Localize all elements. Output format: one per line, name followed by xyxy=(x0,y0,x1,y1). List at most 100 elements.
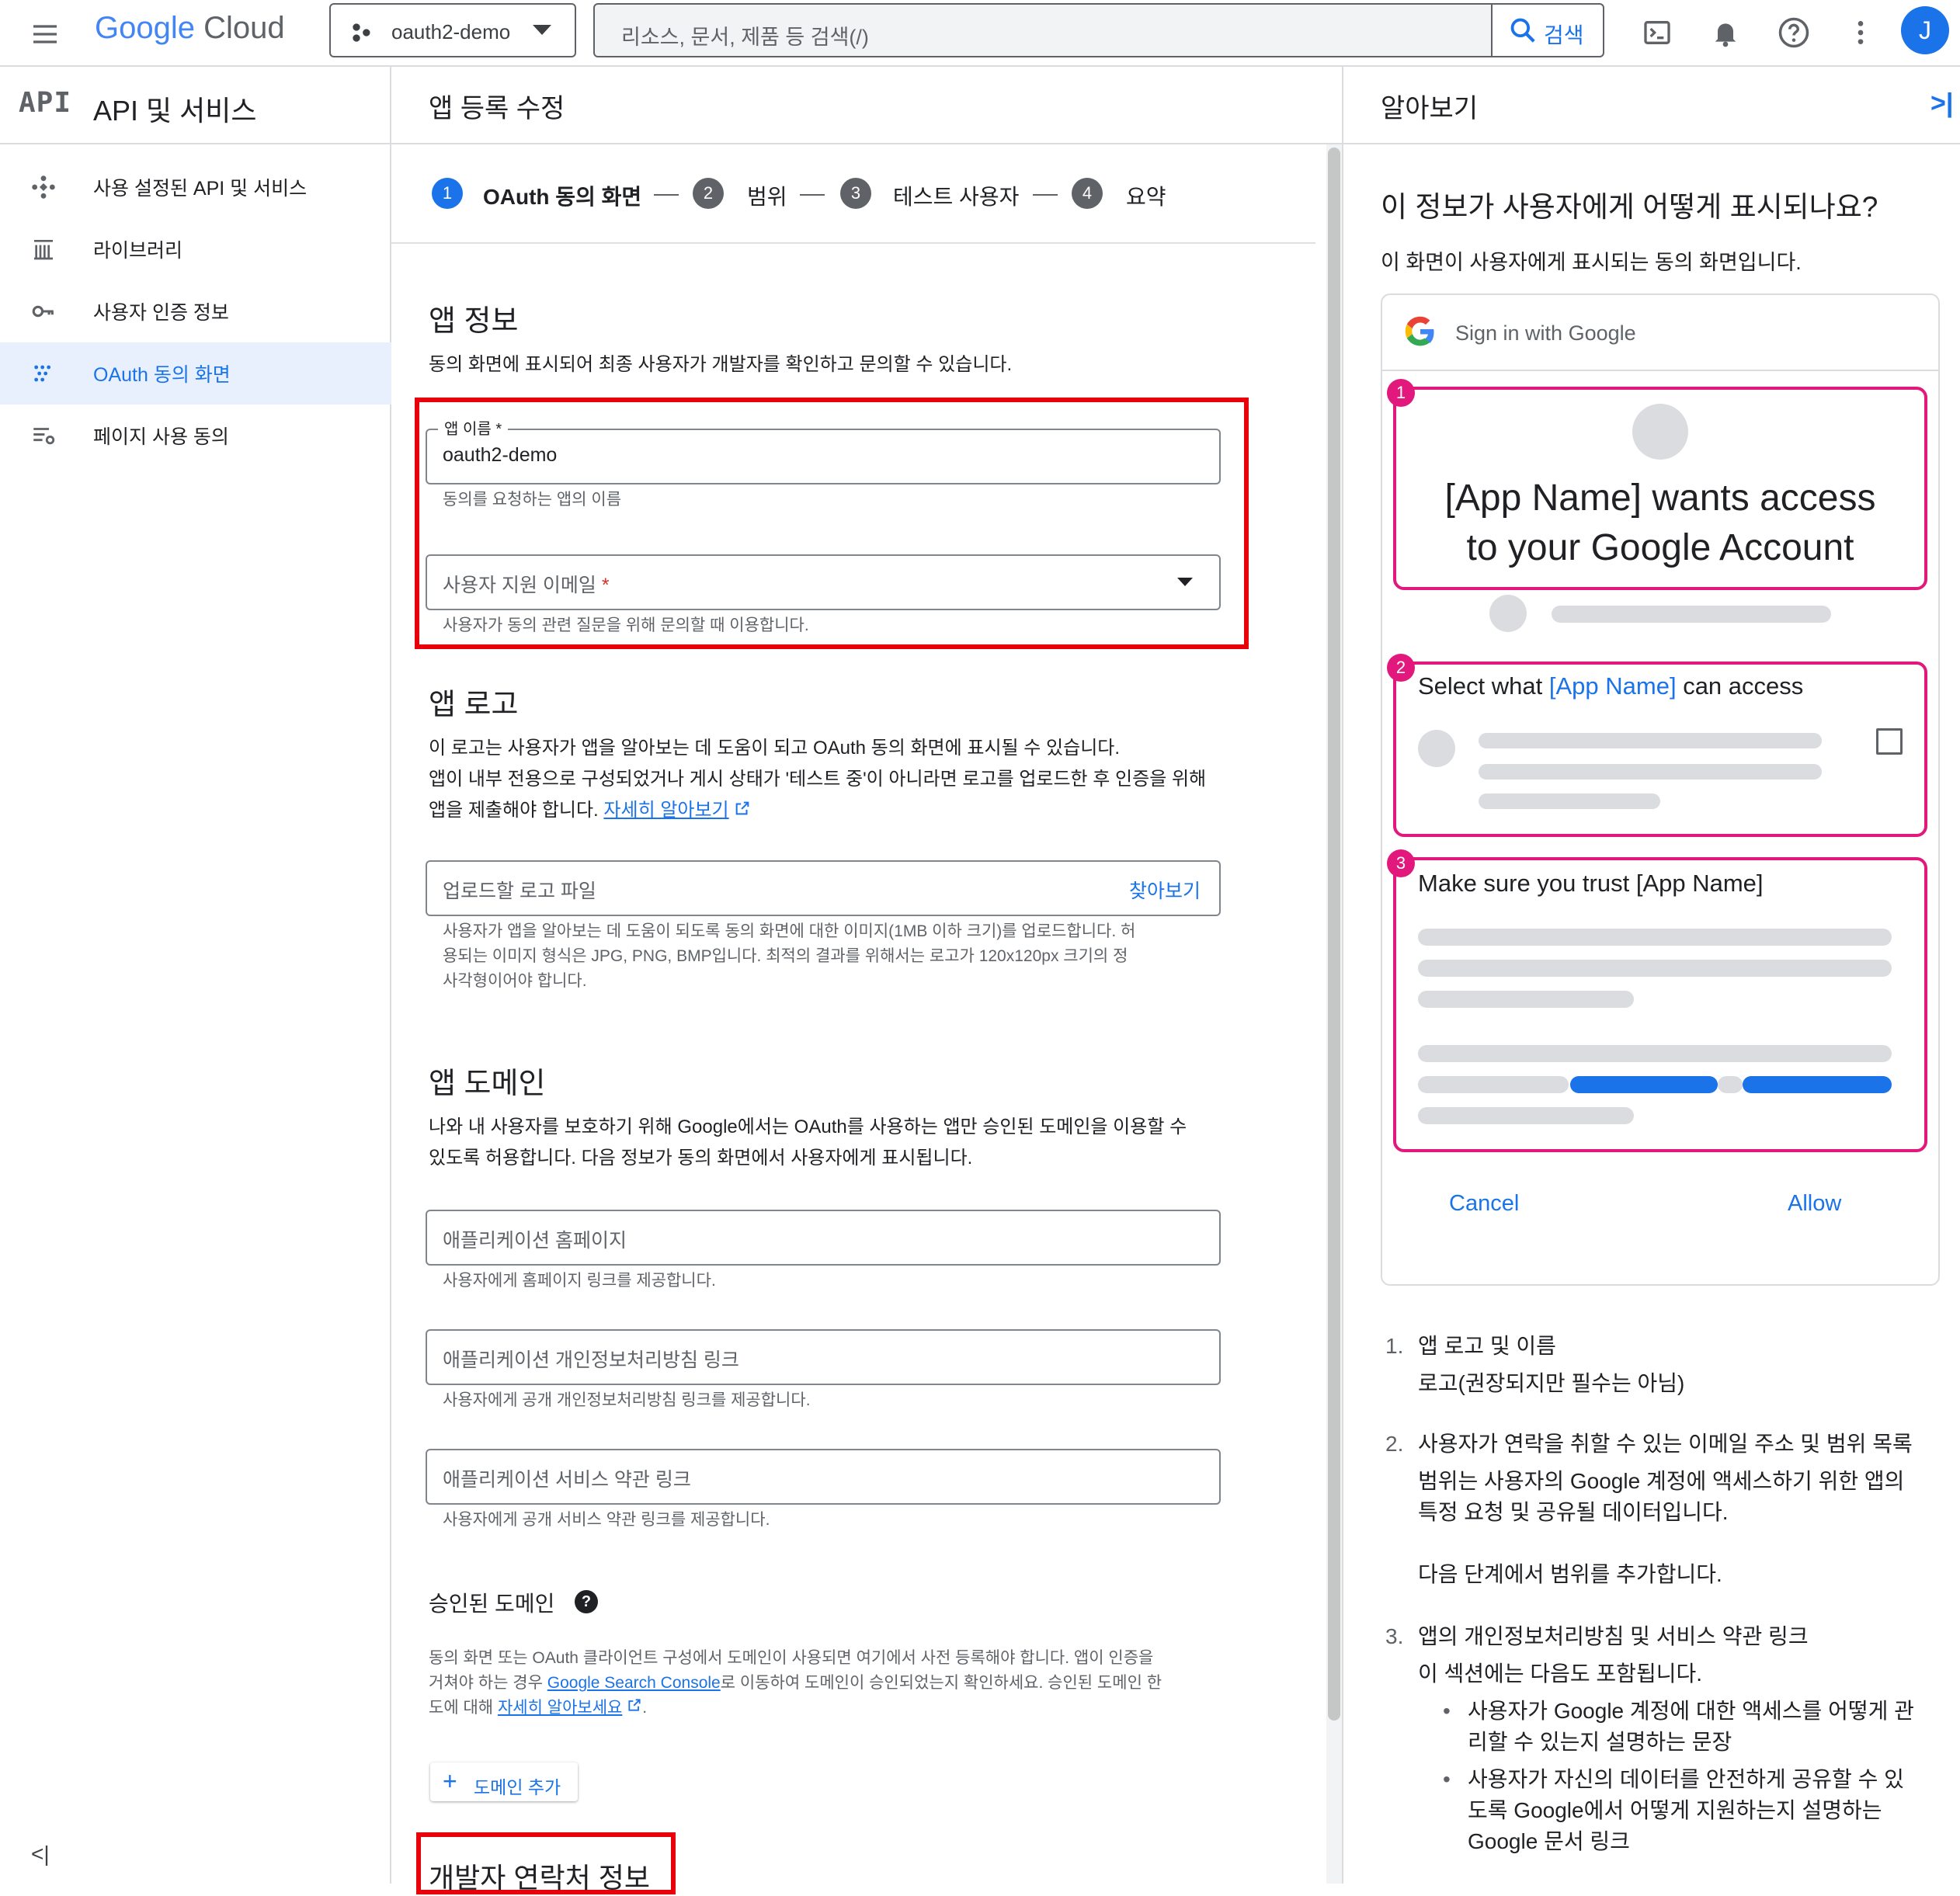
nav-divider xyxy=(0,143,391,144)
left-navigation: API API 및 서비스 사용 설정된 API 및 서비스 라이브러리 사용자… xyxy=(0,67,391,1884)
preview-header-divider xyxy=(1382,370,1938,371)
preview-wants-access-1: [App Name] wants access xyxy=(1444,477,1876,519)
browse-button[interactable]: 찾아보기 xyxy=(1129,876,1201,904)
learn-more-link[interactable]: 자세히 알아보기 xyxy=(603,800,728,821)
step-4-circle: 4 xyxy=(1072,178,1103,209)
privacy-policy-field[interactable]: 애플리케이션 개인정보처리방침 링크 xyxy=(426,1329,1221,1385)
homepage-placeholder: 애플리케이션 홈페이지 xyxy=(443,1230,627,1252)
list-body-1: 로고(권장되지만 필수는 아님) xyxy=(1418,1371,1685,1395)
preview-trust-button-bar xyxy=(1570,1076,1718,1093)
app-name-field[interactable]: oauth2-demo xyxy=(426,429,1221,484)
cloud-shell-icon[interactable] xyxy=(1639,14,1676,51)
notifications-bell-icon[interactable] xyxy=(1707,14,1744,51)
support-email-select[interactable]: 사용자 지원 이메일 * xyxy=(426,554,1221,610)
preview-trust-bar xyxy=(1418,1076,1569,1093)
stepper-divider xyxy=(391,242,1315,244)
key-icon xyxy=(28,296,59,327)
app-name-help: 동의를 요청하는 앱의 이름 xyxy=(443,491,622,509)
logo-upload-placeholder: 업로드할 로고 파일 xyxy=(443,880,596,902)
top-app-bar: Google Cloud oauth2-demo 리소스, 문서, 제품 등 검… xyxy=(0,0,1960,67)
nav-item-page-usage-consent[interactable]: 페이지 사용 동의 xyxy=(0,405,391,467)
search-input[interactable]: 리소스, 문서, 제품 등 검색(/) xyxy=(621,20,869,50)
nav-item-label: 라이브러리 xyxy=(93,240,183,262)
app-name-value[interactable]: oauth2-demo xyxy=(443,444,557,467)
preview-trust-bar xyxy=(1418,929,1892,946)
app-logo-desc-3-text: 앱을 제출해야 합니다. xyxy=(429,800,599,821)
list-bullet-1b: 리할 수 있는지 설명하는 문장 xyxy=(1468,1730,1732,1754)
page-title: 앱 등록 수정 xyxy=(429,94,565,123)
nav-item-label: OAuth 동의 화면 xyxy=(93,364,231,386)
step-divider xyxy=(654,194,679,196)
list-body-3: 이 섹션에는 다음도 포함됩니다. xyxy=(1418,1662,1702,1686)
app-domain-desc-1: 나와 내 사용자를 보호하기 위해 Google에서는 OAuth를 사용하는 … xyxy=(429,1116,1187,1137)
avatar-initial: J xyxy=(1919,16,1931,44)
homepage-help: 사용자에게 홈페이지 링크를 제공합니다. xyxy=(443,1272,716,1290)
side-panel-title: 알아보기 xyxy=(1381,94,1479,123)
list-body-2c: 다음 단계에서 범위를 추가합니다. xyxy=(1418,1562,1722,1586)
preview-trust-bar xyxy=(1718,1076,1743,1093)
step-1-label[interactable]: OAuth 동의 화면 xyxy=(483,180,641,211)
privacy-policy-placeholder: 애플리케이션 개인정보처리방침 링크 xyxy=(443,1349,739,1371)
step-3-circle: 3 xyxy=(840,178,871,209)
preview-trust-button-bar xyxy=(1743,1076,1892,1093)
hamburger-menu-icon[interactable] xyxy=(28,17,62,51)
add-domain-button[interactable]: + 도메인 추가 xyxy=(430,1762,578,1801)
close-panel-icon[interactable]: >| xyxy=(1930,89,1953,119)
nav-item-library[interactable]: 라이브러리 xyxy=(0,218,391,280)
scrollbar-thumb[interactable] xyxy=(1328,148,1340,1721)
project-picker[interactable]: oauth2-demo xyxy=(329,3,576,57)
search-button[interactable]: 검색 xyxy=(1491,5,1603,56)
external-link-icon xyxy=(627,1696,642,1721)
preview-account-avatar-placeholder xyxy=(1489,595,1527,632)
preview-account-bar xyxy=(1552,606,1831,623)
nav-header-title: API 및 서비스 xyxy=(93,95,257,127)
search-console-link[interactable]: Google Search Console xyxy=(547,1674,721,1692)
preview-select-what: Select what [App Name] can access xyxy=(1418,672,1803,700)
list-title-1: 앱 로고 및 이름 xyxy=(1418,1334,1556,1358)
nav-item-label: 사용 설정된 API 및 서비스 xyxy=(93,178,308,200)
bullet-dot: • xyxy=(1443,1699,1451,1723)
google-g-logo-icon xyxy=(1404,315,1437,352)
homepage-field[interactable]: 애플리케이션 홈페이지 xyxy=(426,1210,1221,1266)
list-title-3: 앱의 개인정보처리방침 및 서비스 약관 링크 xyxy=(1418,1624,1809,1648)
api-diamond-icon xyxy=(28,172,59,203)
terms-of-service-field[interactable]: 애플리케이션 서비스 약관 링크 xyxy=(426,1449,1221,1505)
app-logo-desc-3: 앱을 제출해야 합니다. 자세히 알아보기 xyxy=(429,795,751,827)
terms-of-service-help: 사용자에게 공개 서비스 약관 링크를 제공합니다. xyxy=(443,1511,770,1529)
authorized-domains-heading: 승인된 도메인 xyxy=(429,1592,555,1616)
search-bar[interactable]: 리소스, 문서, 제품 등 검색(/) 검색 xyxy=(593,3,1604,57)
collapse-nav-icon[interactable]: <| xyxy=(31,1842,50,1866)
preview-trust-text: Make sure you trust [App Name] xyxy=(1418,870,1764,897)
preview-scope-icon-placeholder xyxy=(1418,730,1455,767)
help-filled-glyph: ? xyxy=(581,1592,592,1610)
settings-list-icon xyxy=(28,420,59,451)
learn-more-domains-link[interactable]: 자세히 알아보세요 xyxy=(498,1699,622,1717)
required-star: * xyxy=(601,575,610,596)
step-4-label[interactable]: 요약 xyxy=(1126,180,1166,211)
nav-item-credentials[interactable]: 사용자 인증 정보 xyxy=(0,280,391,342)
step-3-label[interactable]: 테스트 사용자 xyxy=(893,180,1019,211)
logo-help-1: 사용자가 앱을 알아보는 데 도움이 되도록 동의 화면에 대한 이미지(1MB… xyxy=(443,922,1136,940)
avatar[interactable]: J xyxy=(1901,6,1949,54)
side-heading: 이 정보가 사용자에게 어떻게 표시되나요? xyxy=(1381,191,1878,223)
more-vert-icon[interactable] xyxy=(1842,14,1879,51)
step-2-circle: 2 xyxy=(693,178,724,209)
app-info-desc: 동의 화면에 표시되어 최종 사용자가 개발자를 확인하고 문의할 수 있습니다… xyxy=(429,354,1013,375)
consent-dots-icon xyxy=(28,358,59,389)
chevron-down-icon xyxy=(533,25,551,35)
nav-item-label: 사용자 인증 정보 xyxy=(93,302,229,324)
google-cloud-logo[interactable]: Google Cloud xyxy=(95,11,285,46)
preview-select-app-name: [App Name] xyxy=(1548,672,1677,700)
list-title-2: 사용자가 연락을 취할 수 있는 이메일 주소 및 범위 목록 xyxy=(1418,1432,1913,1456)
nav-item-enabled-apis[interactable]: 사용 설정된 API 및 서비스 xyxy=(0,156,391,218)
step-2-label[interactable]: 범위 xyxy=(747,180,787,211)
logo-google: Google xyxy=(95,11,195,45)
preview-trust-bar xyxy=(1418,960,1892,977)
nav-item-oauth-consent[interactable]: OAuth 동의 화면 xyxy=(0,342,391,405)
help-circle-icon[interactable] xyxy=(1775,14,1812,51)
preview-checkbox xyxy=(1876,728,1903,755)
external-link-icon xyxy=(734,796,751,827)
support-email-label: 사용자 지원 이메일 * xyxy=(443,570,610,598)
help-filled-icon[interactable]: ? xyxy=(575,1590,598,1613)
logo-upload-field[interactable]: 업로드할 로고 파일 찾아보기 xyxy=(426,860,1221,916)
